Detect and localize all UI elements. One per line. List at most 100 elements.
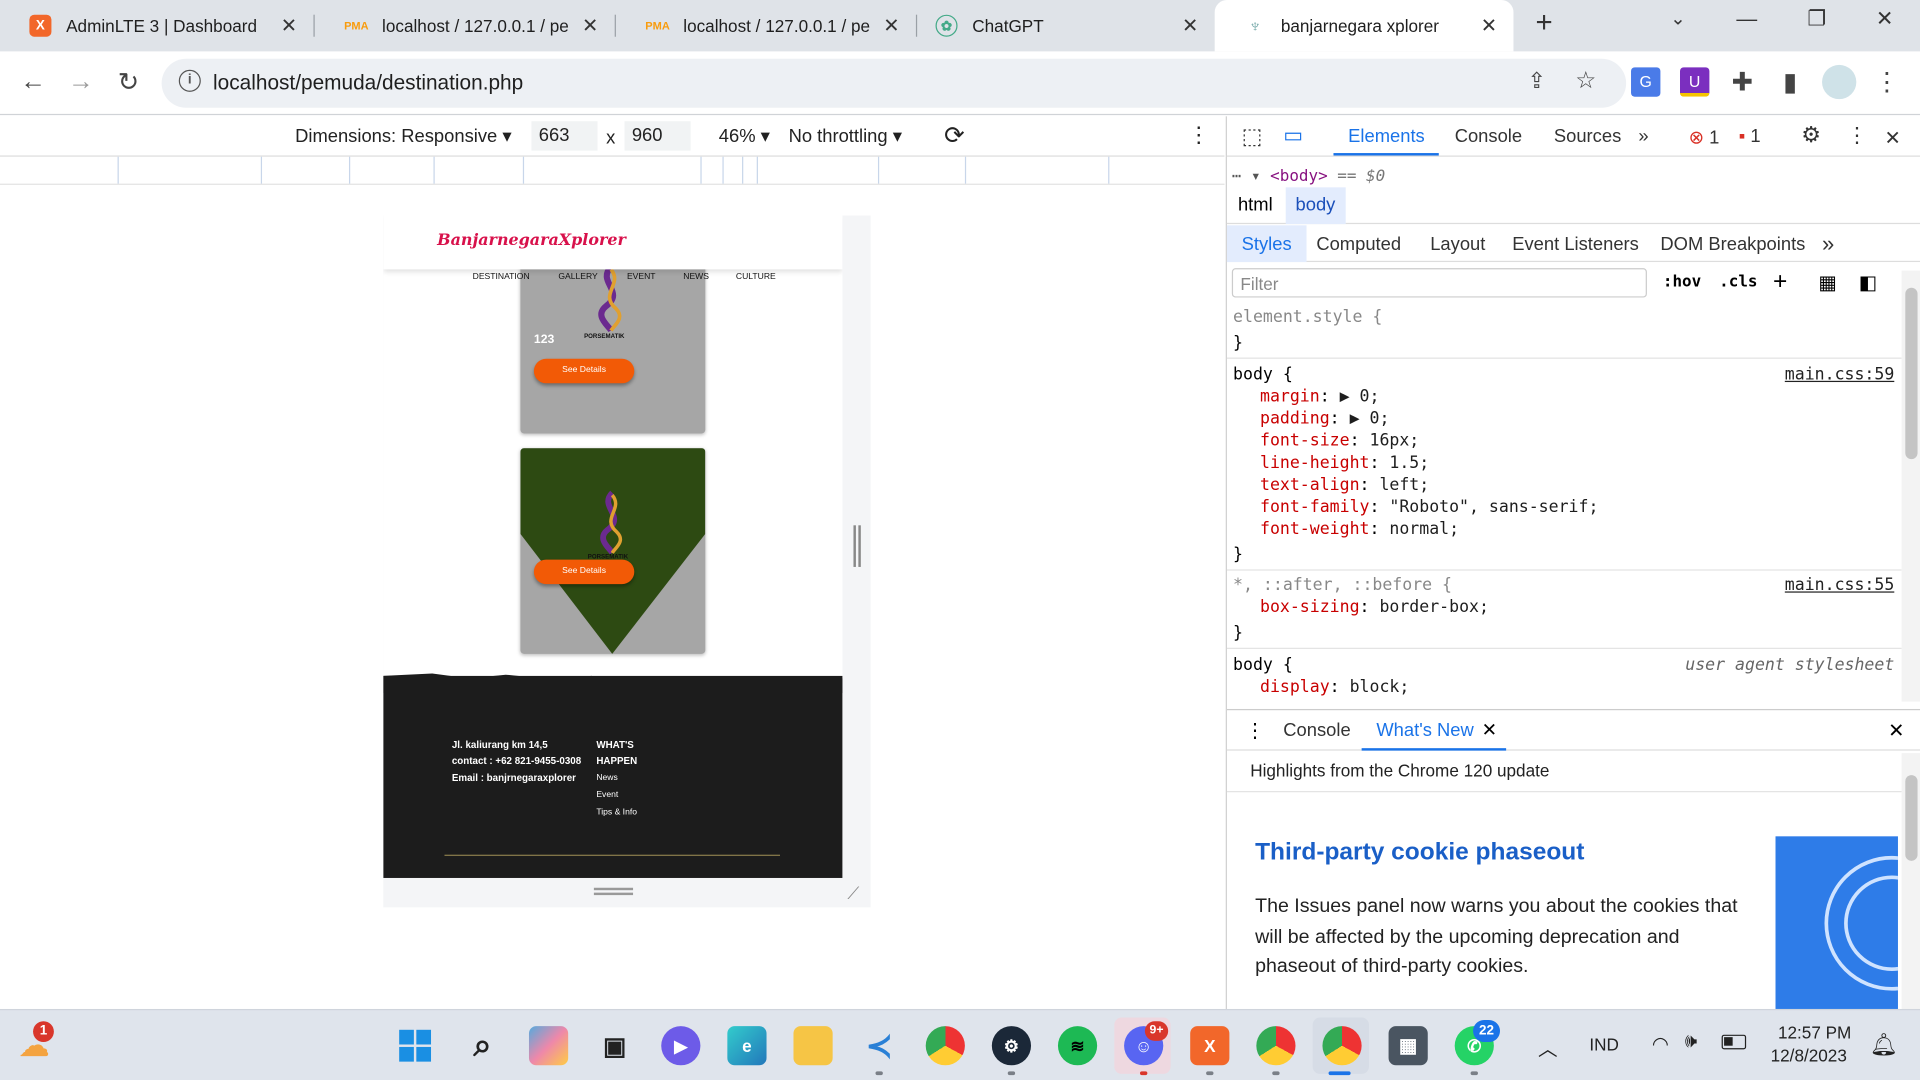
css-value[interactable]: ▶ 0;: [1350, 409, 1390, 429]
destination-card[interactable]: PORSEMATIK 123 See Details: [520, 264, 706, 434]
styles-filter-input[interactable]: Filter: [1231, 268, 1647, 298]
chrome-icon[interactable]: [925, 1026, 965, 1066]
footer-link-event[interactable]: Event: [596, 791, 618, 800]
xampp-icon[interactable]: X: [1190, 1026, 1230, 1066]
tab-sources[interactable]: Sources: [1554, 126, 1621, 147]
resize-handle-bottom[interactable]: [593, 887, 634, 896]
tab-phpmyadmin-2[interactable]: PMA localhost / 127.0.0.1 / pe ✕: [617, 0, 916, 51]
destination-card[interactable]: PORSEMATIK See Details: [520, 448, 706, 654]
settings-gear-icon[interactable]: ⚙: [1801, 122, 1821, 148]
css-declaration[interactable]: box-sizing: border-box;: [1260, 598, 1489, 618]
tab-adminlte[interactable]: X AdminLTE 3 | Dashboard ✕: [0, 0, 313, 51]
css-property[interactable]: line-height: [1260, 453, 1369, 473]
rule-selector[interactable]: body {: [1233, 365, 1293, 385]
issue-count[interactable]: ▪ 1: [1739, 126, 1761, 147]
css-property[interactable]: font-family: [1260, 497, 1369, 517]
resize-handle-right[interactable]: [853, 525, 861, 567]
devtools-menu-icon[interactable]: ⋮: [1847, 124, 1868, 148]
new-rule-icon[interactable]: +: [1773, 268, 1787, 296]
height-input[interactable]: 960: [624, 121, 691, 151]
wifi-icon[interactable]: ◠: [1652, 1032, 1669, 1056]
close-drawer-icon[interactable]: ✕: [1888, 719, 1904, 743]
notification-bell-icon[interactable]: 🔔︎: [1870, 1032, 1898, 1058]
css-value[interactable]: border-box;: [1379, 598, 1488, 618]
clock-date[interactable]: 12/8/2023: [1771, 1046, 1847, 1066]
subtab-dom-breakpoints[interactable]: DOM Breakpoints: [1660, 234, 1805, 255]
clock-time[interactable]: 12:57 PM: [1778, 1022, 1851, 1042]
close-icon[interactable]: ✕: [1477, 13, 1501, 37]
edge-icon[interactable]: e: [727, 1026, 767, 1066]
css-declaration[interactable]: font-size: 16px;: [1260, 431, 1419, 451]
profile-avatar[interactable]: [1822, 64, 1857, 100]
calculator-icon[interactable]: ▦: [1388, 1026, 1428, 1066]
css-value[interactable]: left;: [1379, 475, 1429, 495]
cls-toggle[interactable]: .cls: [1719, 273, 1757, 291]
search-icon[interactable]: ⌕: [463, 1026, 502, 1065]
close-tab-icon[interactable]: ✕: [1482, 719, 1497, 741]
tab-phpmyadmin-1[interactable]: PMA localhost / 127.0.0.1 / pe ✕: [316, 0, 615, 51]
more-subtabs-icon[interactable]: »: [1822, 231, 1834, 257]
forward-icon[interactable]: →: [65, 67, 97, 96]
css-declaration[interactable]: font-weight: normal;: [1260, 519, 1459, 539]
nav-news[interactable]: NEWS: [683, 273, 709, 282]
css-property[interactable]: box-sizing: [1260, 598, 1360, 618]
subtab-computed[interactable]: Computed: [1316, 234, 1401, 255]
whats-new-title[interactable]: Third-party cookie phaseout: [1255, 839, 1584, 867]
drawer-tab-whats-new[interactable]: What's New: [1376, 720, 1473, 741]
rotate-icon[interactable]: ⟳: [944, 120, 965, 151]
error-count[interactable]: ⊗ 1: [1689, 126, 1720, 148]
site-info-icon[interactable]: i: [178, 69, 201, 92]
back-icon[interactable]: ←: [17, 67, 49, 96]
tab-banjarnegara[interactable]: ♆ banjarnegara xplorer ✕: [1214, 0, 1514, 52]
volume-icon[interactable]: 🕪: [1685, 1031, 1697, 1053]
restore-button[interactable]: ❐: [1807, 7, 1826, 31]
css-value[interactable]: normal;: [1389, 519, 1459, 539]
css-property[interactable]: font-weight: [1260, 519, 1369, 539]
menu-icon[interactable]: ⋮: [1871, 67, 1903, 98]
bookmark-star-icon[interactable]: ☆: [1570, 67, 1602, 95]
share-icon[interactable]: ⇪: [1521, 69, 1553, 95]
css-value[interactable]: ▶ 0;: [1340, 387, 1380, 407]
inspect-element-icon[interactable]: ⬚: [1242, 124, 1263, 150]
close-devtools-icon[interactable]: ✕: [1884, 126, 1900, 150]
css-property[interactable]: text-align: [1260, 475, 1360, 495]
subtab-layout[interactable]: Layout: [1430, 234, 1485, 255]
resize-corner-icon[interactable]: ⟋: [847, 883, 859, 904]
element-style-rule[interactable]: element.style {: [1233, 307, 1382, 327]
media-query-bar[interactable]: [0, 156, 1225, 185]
teams-chat-icon[interactable]: ▶: [661, 1026, 701, 1066]
sidebar-toggle-icon[interactable]: ◧: [1859, 271, 1878, 295]
css-declaration[interactable]: line-height: 1.5;: [1260, 453, 1429, 473]
drawer-tab-console[interactable]: Console: [1283, 720, 1350, 741]
rule-selector[interactable]: *, ::after, ::before {: [1233, 576, 1452, 596]
dimensions-select[interactable]: Dimensions: Responsive ▾: [295, 125, 511, 147]
nav-culture[interactable]: CULTURE: [736, 273, 776, 282]
crumb-body[interactable]: body: [1285, 187, 1346, 225]
ublock-extension-icon[interactable]: U: [1680, 67, 1710, 97]
css-declaration[interactable]: margin: ▶ 0;: [1260, 387, 1379, 407]
see-details-button[interactable]: See Details: [533, 358, 635, 384]
css-property[interactable]: display: [1260, 677, 1330, 697]
footer-link-news[interactable]: News: [596, 774, 617, 783]
more-options-icon[interactable]: ⋮: [1188, 122, 1210, 148]
css-value[interactable]: block;: [1350, 677, 1410, 697]
css-value[interactable]: 1.5;: [1389, 453, 1429, 473]
copilot-icon[interactable]: [528, 1026, 569, 1066]
tab-elements[interactable]: Elements: [1348, 126, 1425, 147]
css-value[interactable]: "Roboto", sans-serif;: [1389, 497, 1598, 517]
rule-selector[interactable]: body {: [1233, 655, 1293, 675]
css-property[interactable]: margin: [1260, 387, 1320, 407]
close-icon[interactable]: ✕: [879, 13, 903, 37]
chrome-active-icon[interactable]: [1322, 1026, 1362, 1066]
vscode-icon[interactable]: ≺: [860, 1026, 899, 1065]
close-window-button[interactable]: ✕: [1876, 7, 1893, 31]
css-property[interactable]: padding: [1260, 409, 1330, 429]
throttle-select[interactable]: No throttling ▾: [789, 125, 902, 147]
width-input[interactable]: 663: [531, 121, 598, 151]
rule-source-link[interactable]: main.css:55: [1785, 576, 1894, 596]
translate-extension-icon[interactable]: G: [1631, 67, 1661, 97]
close-icon[interactable]: ✕: [578, 13, 602, 37]
device-toggle-icon[interactable]: ▭: [1283, 124, 1303, 148]
language-indicator[interactable]: IND: [1589, 1035, 1619, 1055]
css-declaration[interactable]: padding: ▶ 0;: [1260, 409, 1389, 429]
